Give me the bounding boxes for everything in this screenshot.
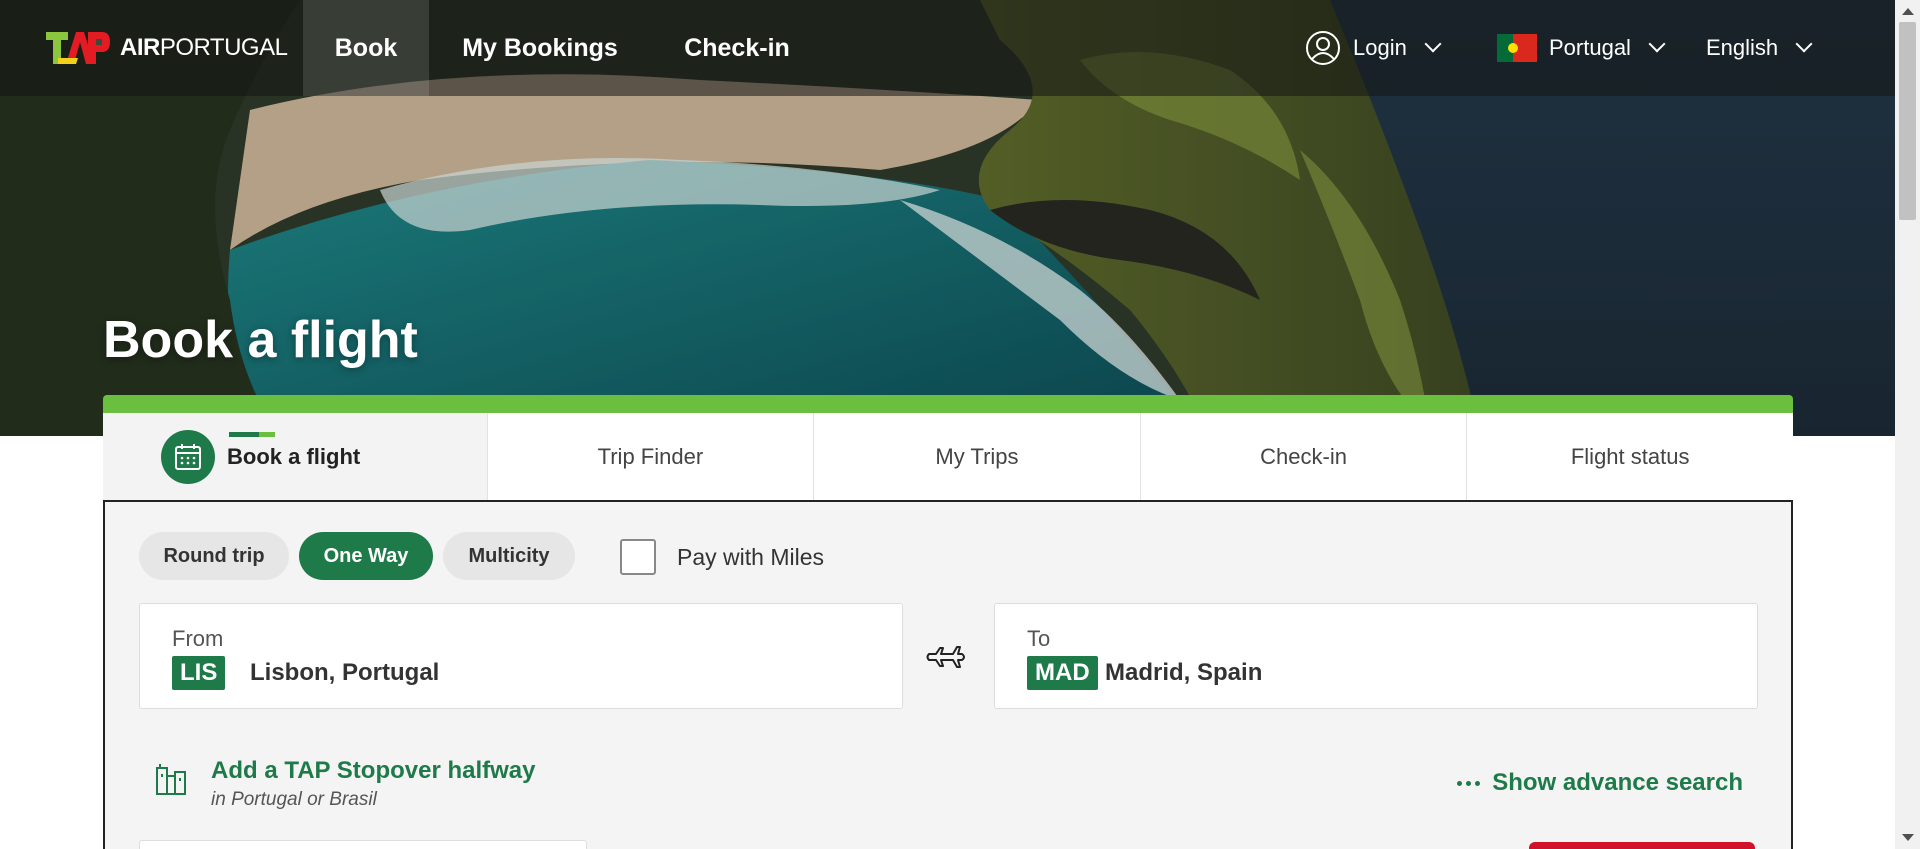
nav-book-label: Book bbox=[334, 33, 398, 62]
page: AIRPORTUGAL Book My Bookings Check-in Lo… bbox=[0, 0, 1920, 849]
booking-widget: Book a flight Trip Finder My Trips Check… bbox=[103, 395, 1793, 849]
from-airport-code: LIS bbox=[172, 656, 226, 690]
from-field[interactable]: From LIS Lisbon, Portugal bbox=[139, 603, 903, 709]
nav-my-bookings-label: My Bookings bbox=[462, 33, 618, 62]
top-navigation: AIRPORTUGAL Book My Bookings Check-in Lo… bbox=[0, 0, 1895, 96]
widget-top-bar bbox=[103, 395, 1793, 413]
pay-with-miles-checkbox[interactable] bbox=[620, 539, 656, 575]
user-icon bbox=[1306, 31, 1340, 65]
search-panel: Round trip One Way Multicity Pay with Mi… bbox=[103, 500, 1793, 849]
city-buildings-icon bbox=[156, 764, 186, 795]
language-dropdown[interactable]: English bbox=[1706, 0, 1813, 96]
calendar-icon bbox=[161, 429, 215, 484]
tab-my-trips-label: My Trips bbox=[935, 443, 1019, 469]
more-dots-icon bbox=[1457, 780, 1481, 786]
nav-book[interactable]: Book bbox=[303, 0, 429, 96]
tab-book-a-flight-label: Book a flight bbox=[227, 443, 361, 469]
tab-my-trips[interactable]: My Trips bbox=[814, 413, 1141, 500]
to-label: To bbox=[1027, 626, 1051, 651]
one-way-button[interactable]: One Way bbox=[299, 532, 433, 580]
multicity-button[interactable]: Multicity bbox=[443, 532, 575, 580]
nav-my-bookings[interactable]: My Bookings bbox=[429, 0, 651, 96]
from-label: From bbox=[172, 626, 224, 651]
tab-book-a-flight[interactable]: Book a flight bbox=[103, 413, 488, 500]
chevron-down-icon bbox=[1424, 35, 1442, 53]
login-dropdown[interactable]: Login bbox=[1305, 0, 1442, 96]
tab-check-in[interactable]: Check-in bbox=[1140, 413, 1468, 500]
from-city: Lisbon, Portugal bbox=[250, 659, 440, 686]
round-trip-button[interactable]: Round trip bbox=[139, 532, 289, 580]
country-label: Portugal bbox=[1549, 35, 1631, 60]
pay-with-miles-label: Pay with Miles bbox=[677, 544, 824, 570]
logo-wordmark: AIRPORTUGAL bbox=[120, 34, 288, 61]
widget-tabs: Book a flight Trip Finder My Trips Check… bbox=[103, 413, 1793, 500]
country-dropdown[interactable]: Portugal bbox=[1497, 0, 1666, 96]
stopover-subtitle: in Portugal or Brasil bbox=[211, 789, 377, 810]
add-stopover-link[interactable]: Add a TAP Stopover halfway bbox=[211, 757, 536, 785]
to-airport-code: MAD bbox=[1027, 656, 1098, 690]
search-flights-button[interactable] bbox=[1529, 842, 1755, 849]
date-field[interactable] bbox=[139, 840, 587, 849]
to-city: Madrid, Spain bbox=[1105, 659, 1263, 686]
show-advance-search-label: Show advance search bbox=[1492, 769, 1743, 796]
to-field[interactable]: To MAD Madrid, Spain bbox=[994, 603, 1758, 709]
tap-logo-icon bbox=[46, 32, 110, 64]
scrollbar-thumb[interactable] bbox=[1899, 22, 1916, 220]
tab-flight-status-label: Flight status bbox=[1570, 443, 1690, 469]
nav-check-in[interactable]: Check-in bbox=[658, 0, 816, 96]
portugal-flag-icon bbox=[1497, 34, 1537, 62]
airplane-icon[interactable] bbox=[926, 636, 968, 678]
tab-trip-finder-label: Trip Finder bbox=[597, 443, 704, 469]
tab-active-indicator bbox=[229, 432, 275, 437]
language-label: English bbox=[1706, 35, 1779, 60]
chevron-down-icon bbox=[1795, 35, 1813, 53]
login-label: Login bbox=[1353, 35, 1407, 60]
page-title: Book a flight bbox=[103, 311, 418, 369]
show-advance-search-link[interactable]: Show advance search bbox=[1457, 769, 1743, 797]
tab-flight-status[interactable]: Flight status bbox=[1467, 413, 1793, 500]
tab-trip-finder[interactable]: Trip Finder bbox=[487, 413, 815, 500]
scroll-up-arrow-icon[interactable] bbox=[1902, 8, 1914, 15]
scroll-down-arrow-icon[interactable] bbox=[1902, 834, 1914, 841]
tap-logo[interactable]: AIRPORTUGAL bbox=[44, 28, 288, 68]
tab-check-in-label: Check-in bbox=[1260, 443, 1347, 469]
nav-check-in-label: Check-in bbox=[684, 33, 790, 62]
chevron-down-icon bbox=[1648, 35, 1666, 53]
page-scrollbar[interactable] bbox=[1895, 0, 1920, 849]
